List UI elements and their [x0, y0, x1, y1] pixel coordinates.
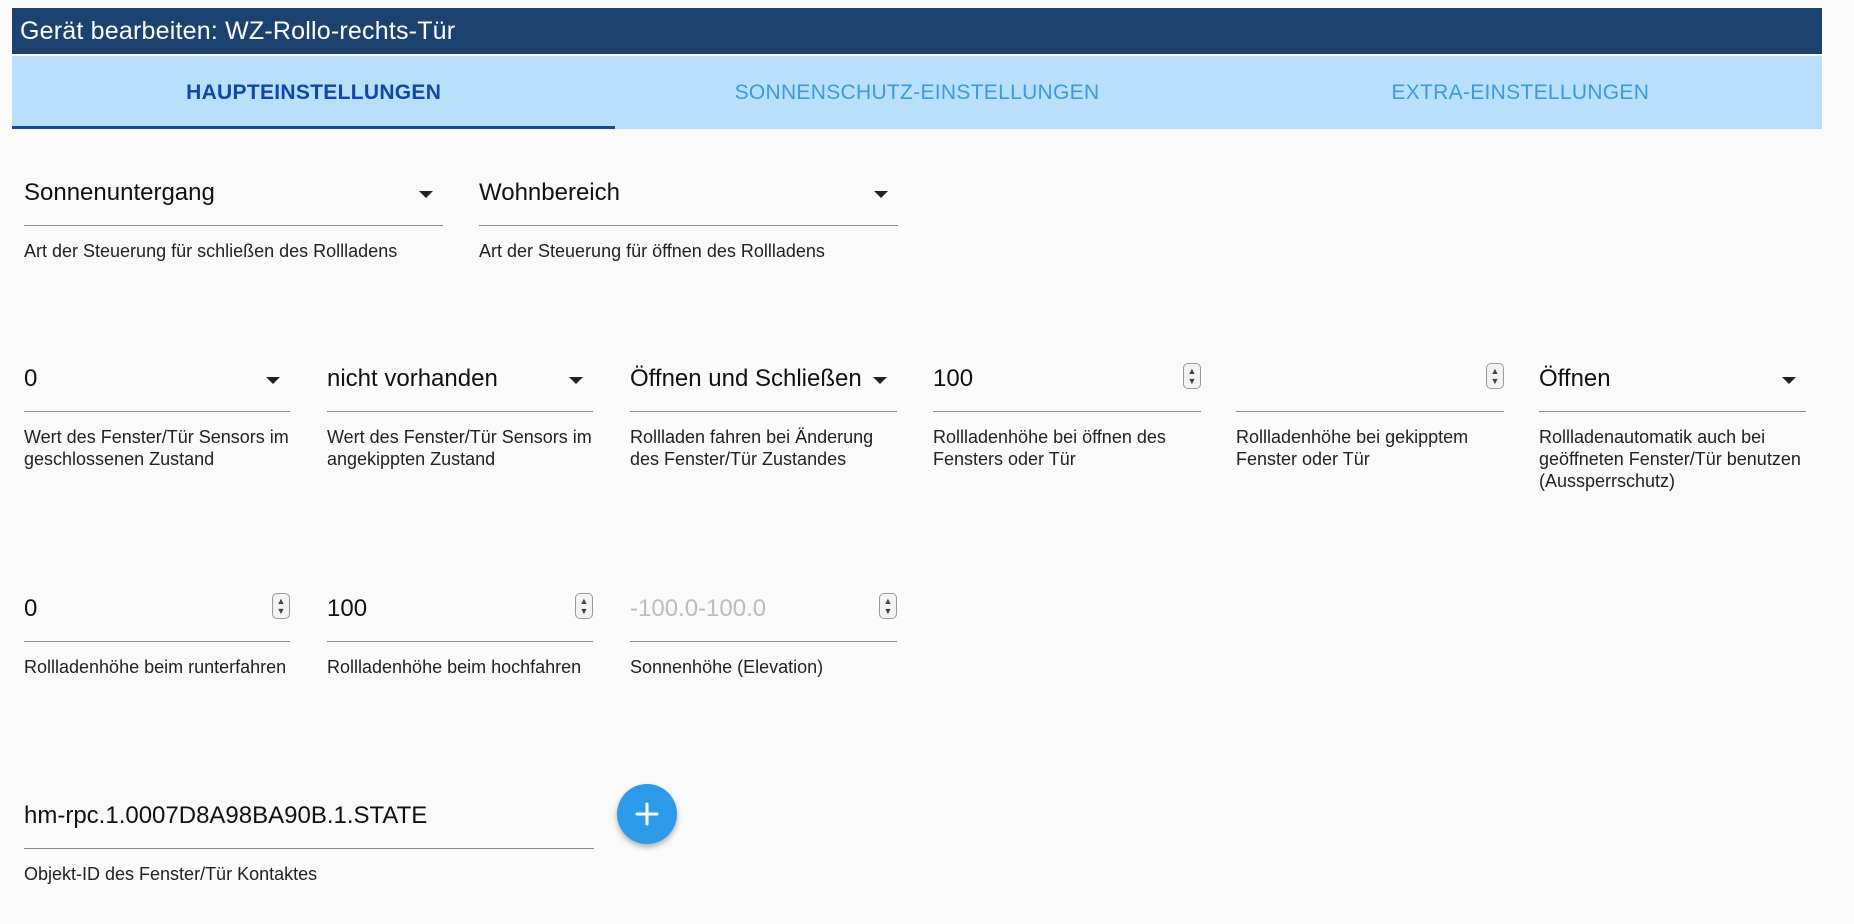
- lockout-protection-field: Öffnen Rollladenautomatik auch bei geöff…: [1539, 354, 1806, 492]
- height-up-helper: Rollladenhöhe beim hochfahren: [327, 657, 582, 677]
- chevron-down-icon: [874, 191, 888, 198]
- lockout-protection-value: Öffnen: [1539, 365, 1611, 392]
- lockout-protection-helper: Rollladenautomatik auch bei geöffneten F…: [1539, 427, 1801, 491]
- chevron-down-icon: [1782, 377, 1796, 384]
- close-control-select[interactable]: Sonnenuntergang: [24, 168, 443, 226]
- sensor-tilted-field: nicht vorhanden Wert des Fenster/Tür Sen…: [327, 354, 593, 470]
- dialog-title-bar: Gerät bearbeiten: WZ-Rollo-rechts-Tür: [12, 8, 1822, 54]
- object-id-input[interactable]: hm-rpc.1.0007D8A98BA90B.1.STATE: [24, 791, 594, 849]
- move-on-change-helper: Rollladen fahren bei Änderung des Fenste…: [630, 427, 874, 469]
- height-down-value: 0: [24, 595, 38, 622]
- settings-tabs: HAUPTEINSTELLUNGEN SONNENSCHUTZ-EINSTELL…: [12, 56, 1822, 129]
- number-stepper-icon[interactable]: ▲ ▼: [1183, 363, 1201, 389]
- object-id-field: hm-rpc.1.0007D8A98BA90B.1.STATE Objekt-I…: [24, 791, 594, 885]
- move-on-change-value: Öffnen und Schließen: [630, 365, 862, 392]
- sensor-closed-helper: Wert des Fenster/Tür Sensors im geschlos…: [24, 427, 289, 469]
- chevron-down-icon: [266, 377, 280, 384]
- height-up-value: 100: [327, 595, 368, 622]
- height-open-window-helper: Rollladenhöhe bei öffnen des Fensters od…: [933, 427, 1166, 469]
- chevron-down-icon: [569, 377, 583, 384]
- close-control-value: Sonnenuntergang: [24, 179, 215, 206]
- height-tilted-window-field: ▲ ▼ Rollladenhöhe bei gekipptem Fenster o…: [1236, 354, 1504, 470]
- sensor-tilted-select[interactable]: nicht vorhanden: [327, 354, 593, 412]
- height-open-window-value: 100: [933, 365, 974, 392]
- object-id-value: hm-rpc.1.0007D8A98BA90B.1.STATE: [24, 802, 428, 829]
- tab-extra-einstellungen[interactable]: EXTRA-EINSTELLUNGEN: [1219, 56, 1822, 129]
- sensor-tilted-helper: Wert des Fenster/Tür Sensors im angekipp…: [327, 427, 592, 469]
- number-stepper-icon[interactable]: ▲ ▼: [879, 593, 897, 619]
- elevation-helper: Sonnenhöhe (Elevation): [630, 657, 824, 677]
- number-stepper-icon[interactable]: ▲ ▼: [272, 593, 290, 619]
- sensor-closed-select[interactable]: 0: [24, 354, 290, 412]
- sensor-tilted-value: nicht vorhanden: [327, 365, 498, 392]
- close-control-field: Sonnenuntergang Art der Steuerung für sc…: [24, 168, 443, 262]
- height-open-window-input[interactable]: 100 ▲ ▼: [933, 354, 1201, 412]
- height-down-input[interactable]: 0 ▲ ▼: [24, 584, 290, 642]
- sensor-closed-value: 0: [24, 365, 38, 392]
- tab-sonnenschutz-einstellungen[interactable]: SONNENSCHUTZ-EINSTELLUNGEN: [615, 56, 1218, 129]
- open-control-value: Wohnbereich: [479, 179, 620, 206]
- number-stepper-icon[interactable]: ▲ ▼: [575, 593, 593, 619]
- elevation-field: -100.0-100.0 ▲ ▼ Sonnenhöhe (Elevation): [630, 584, 897, 678]
- plus-icon: [635, 802, 659, 826]
- lockout-protection-select[interactable]: Öffnen: [1539, 354, 1806, 412]
- number-stepper-icon[interactable]: ▲ ▼: [1486, 363, 1504, 389]
- open-control-select[interactable]: Wohnbereich: [479, 168, 898, 226]
- close-control-helper: Art der Steuerung für schließen des Roll…: [24, 241, 398, 261]
- height-tilted-window-input[interactable]: ▲ ▼: [1236, 354, 1504, 412]
- chevron-down-icon: [873, 377, 887, 384]
- height-down-field: 0 ▲ ▼ Rollladenhöhe beim runterfahren: [24, 584, 290, 678]
- object-id-helper: Objekt-ID des Fenster/Tür Kontaktes: [24, 864, 318, 884]
- elevation-input[interactable]: -100.0-100.0 ▲ ▼: [630, 584, 897, 642]
- dialog-title: Gerät bearbeiten: WZ-Rollo-rechts-Tür: [20, 16, 456, 45]
- open-control-helper: Art der Steuerung für öffnen des Rolllad…: [479, 241, 825, 261]
- move-on-change-field: Öffnen und Schließen Rollladen fahren be…: [630, 354, 897, 470]
- chevron-down-icon: [419, 191, 433, 198]
- sensor-closed-field: 0 Wert des Fenster/Tür Sensors im geschl…: [24, 354, 290, 470]
- elevation-placeholder: -100.0-100.0: [630, 595, 767, 622]
- height-down-helper: Rollladenhöhe beim runterfahren: [24, 657, 287, 677]
- height-up-input[interactable]: 100 ▲ ▼: [327, 584, 593, 642]
- move-on-change-select[interactable]: Öffnen und Schließen: [630, 354, 897, 412]
- height-tilted-window-helper: Rollladenhöhe bei gekipptem Fenster oder…: [1236, 427, 1469, 469]
- height-open-window-field: 100 ▲ ▼ Rollladenhöhe bei öffnen des Fens…: [933, 354, 1201, 470]
- open-control-field: Wohnbereich Art der Steuerung für öffnen…: [479, 168, 898, 262]
- height-up-field: 100 ▲ ▼ Rollladenhöhe beim hochfahren: [327, 584, 593, 678]
- add-object-button[interactable]: [617, 784, 677, 844]
- tab-haupteinstellungen[interactable]: HAUPTEINSTELLUNGEN: [12, 56, 616, 129]
